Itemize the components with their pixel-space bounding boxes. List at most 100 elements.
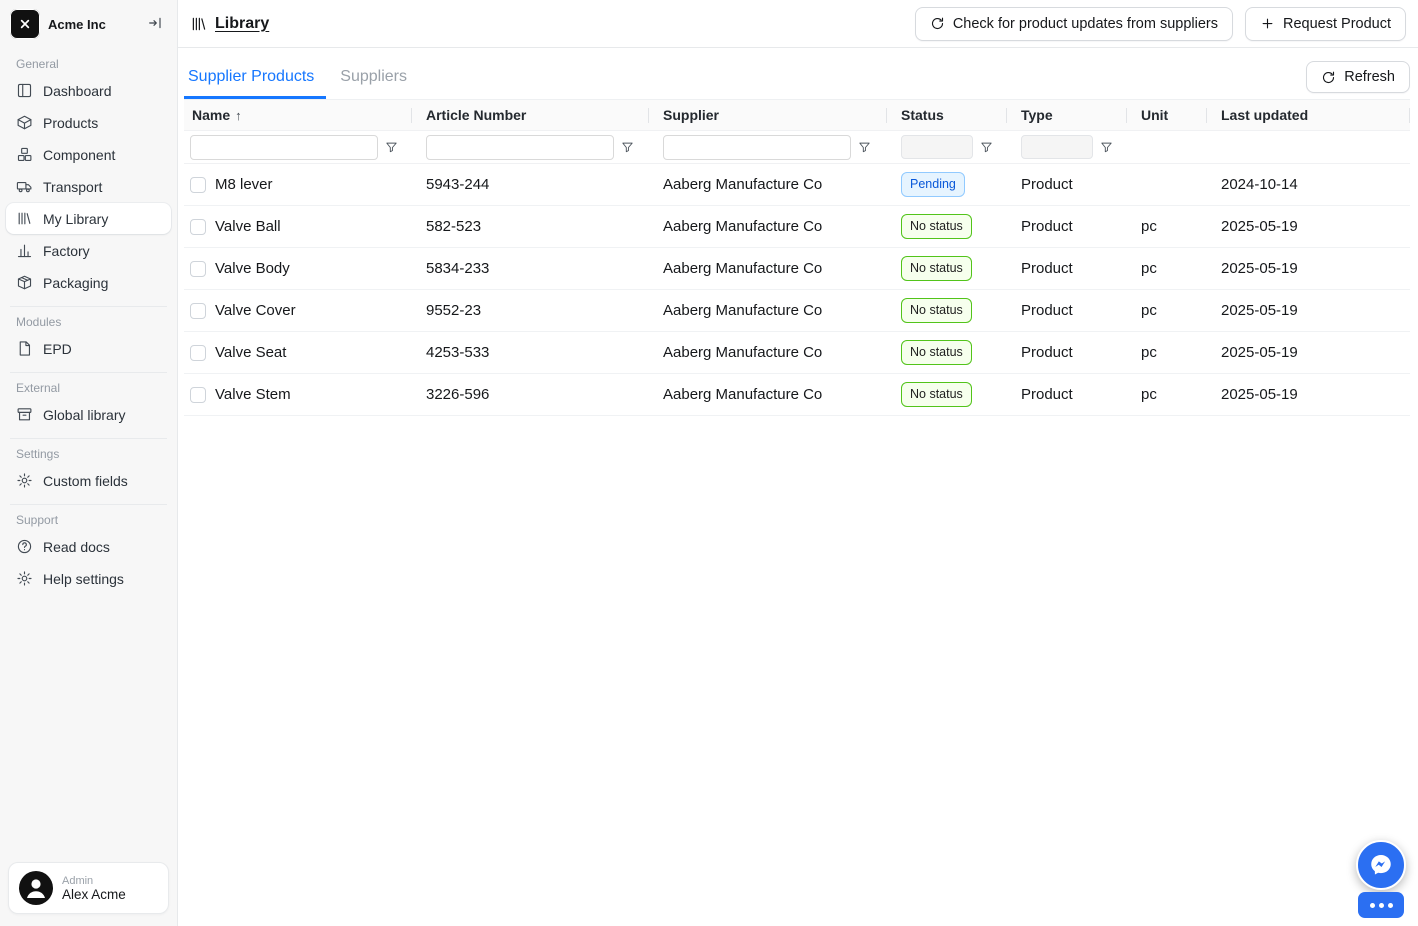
sidebar-header: Acme Inc: [0, 0, 177, 47]
column-header-label: Article Number: [426, 107, 526, 123]
column-header-unit[interactable]: Unit: [1127, 100, 1207, 130]
tab-supplier-products[interactable]: Supplier Products: [184, 60, 326, 99]
status-badge: No status: [901, 256, 972, 281]
supplier-cell: Aaberg Manufacture Co: [649, 176, 887, 193]
request-product-button[interactable]: Request Product: [1245, 7, 1406, 41]
funnel-icon[interactable]: [1099, 140, 1114, 155]
funnel-icon[interactable]: [384, 140, 399, 155]
row-checkbox[interactable]: [190, 345, 206, 361]
table-filter-row: [184, 131, 1410, 164]
row-checkbox[interactable]: [190, 219, 206, 235]
table-body: M8 lever5943-244Aaberg Manufacture CoPen…: [184, 164, 1410, 416]
product-name: M8 lever: [215, 176, 273, 193]
table-row[interactable]: Valve Ball582-523Aaberg Manufacture CoNo…: [184, 206, 1410, 248]
row-checkbox[interactable]: [190, 303, 206, 319]
refresh-button[interactable]: Refresh: [1306, 61, 1410, 93]
table-row[interactable]: Valve Body5834-233Aaberg Manufacture CoN…: [184, 248, 1410, 290]
sidebar-item-read-docs[interactable]: Read docs: [6, 531, 171, 562]
nav-section-modules: Modules EPD: [0, 306, 177, 364]
last-updated-cell: 2025-05-19: [1207, 344, 1410, 361]
supplier-cell: Aaberg Manufacture Co: [649, 260, 887, 277]
sidebar-item-label: My Library: [43, 211, 108, 227]
sidebar-item-dashboard[interactable]: Dashboard: [6, 75, 171, 106]
sidebar-item-component[interactable]: Component: [6, 139, 171, 170]
funnel-icon[interactable]: [857, 140, 872, 155]
page-title-link[interactable]: Library: [190, 15, 269, 33]
user-card[interactable]: Admin Alex Acme: [8, 862, 169, 914]
sidebar-item-custom-fields[interactable]: Custom fields: [6, 465, 171, 496]
funnel-icon[interactable]: [620, 140, 635, 155]
avatar: [19, 871, 53, 905]
row-checkbox[interactable]: [190, 261, 206, 277]
article-number-cell: 582-523: [412, 218, 649, 235]
column-header-type[interactable]: Type: [1007, 100, 1127, 130]
sidebar-item-factory[interactable]: Factory: [6, 235, 171, 266]
filter-input-article-number[interactable]: [426, 135, 614, 160]
filter-input-supplier[interactable]: [663, 135, 851, 160]
table-row[interactable]: Valve Stem3226-596Aaberg Manufacture CoN…: [184, 374, 1410, 416]
row-checkbox[interactable]: [190, 387, 206, 403]
sidebar-item-packaging[interactable]: Packaging: [6, 267, 171, 298]
check-updates-button[interactable]: Check for product updates from suppliers: [915, 7, 1233, 41]
component-icon: [16, 146, 33, 163]
filter-select-status[interactable]: [901, 135, 973, 159]
table-row[interactable]: M8 lever5943-244Aaberg Manufacture CoPen…: [184, 164, 1410, 206]
sidebar-item-label: Help settings: [43, 571, 124, 587]
table-row[interactable]: Valve Cover9552-23Aaberg Manufacture CoN…: [184, 290, 1410, 332]
sidebar-item-label: Component: [43, 147, 115, 163]
sidebar-item-global-library[interactable]: Global library: [6, 399, 171, 430]
column-header-label: Unit: [1141, 107, 1168, 123]
column-header-label: Type: [1021, 107, 1053, 123]
last-updated-cell: 2024-10-14: [1207, 176, 1410, 193]
product-name: Valve Body: [215, 260, 290, 277]
sidebar-item-label: Custom fields: [43, 473, 128, 489]
sidebar-item-label: Factory: [43, 243, 90, 259]
nav-section-general: GeneralDashboardProductsComponentTranspo…: [0, 57, 177, 298]
section-label-settings: Settings: [16, 447, 177, 461]
sidebar-item-products[interactable]: Products: [6, 107, 171, 138]
topbar-actions: Check for product updates from suppliers…: [915, 7, 1406, 41]
row-checkbox[interactable]: [190, 177, 206, 193]
status-cell: No status: [887, 340, 1007, 365]
tab-suppliers[interactable]: Suppliers: [336, 60, 419, 99]
sidebar-item-label: Dashboard: [43, 83, 112, 99]
status-badge: No status: [901, 298, 972, 323]
unit-cell: pc: [1127, 344, 1207, 361]
last-updated-cell: 2025-05-19: [1207, 218, 1410, 235]
sidebar-item-transport[interactable]: Transport: [6, 171, 171, 202]
funnel-icon[interactable]: [979, 140, 994, 155]
article-number-cell: 4253-533: [412, 344, 649, 361]
status-badge: No status: [901, 382, 972, 407]
column-header-last-updated[interactable]: Last updated: [1207, 100, 1410, 130]
messenger-chat-icon[interactable]: [1356, 840, 1406, 890]
section-label-modules: Modules: [16, 315, 177, 329]
name-cell: M8 lever: [184, 176, 412, 193]
status-cell: No status: [887, 382, 1007, 407]
unit-cell: pc: [1127, 218, 1207, 235]
filter-input-name[interactable]: [190, 135, 378, 160]
gear-icon: [16, 472, 33, 489]
company-name: Acme Inc: [48, 17, 137, 32]
last-updated-cell: 2025-05-19: [1207, 302, 1410, 319]
filter-cell-article-number: [412, 135, 649, 160]
sidebar-item-help-settings[interactable]: Help settings: [6, 563, 171, 594]
last-updated-cell: 2025-05-19: [1207, 260, 1410, 277]
type-cell: Product: [1007, 260, 1127, 277]
filter-cell-type: [1007, 135, 1127, 159]
column-header-status[interactable]: Status: [887, 100, 1007, 130]
collapse-sidebar-icon[interactable]: [145, 13, 165, 36]
dots-icon[interactable]: [1358, 892, 1404, 918]
column-header-label: Last updated: [1221, 107, 1308, 123]
supplier-products-table: Name↑ Article Number SupplierStatus Type Uni…: [184, 99, 1410, 416]
sidebar-item-epd[interactable]: EPD: [6, 333, 171, 364]
unit-cell: pc: [1127, 386, 1207, 403]
check-updates-label: Check for product updates from suppliers: [953, 16, 1218, 32]
supplier-cell: Aaberg Manufacture Co: [649, 218, 887, 235]
table-row[interactable]: Valve Seat4253-533Aaberg Manufacture CoN…: [184, 332, 1410, 374]
status-cell: No status: [887, 256, 1007, 281]
sidebar-item-my-library[interactable]: My Library: [6, 203, 171, 234]
column-header-article-number[interactable]: Article Number: [412, 100, 649, 130]
column-header-supplier[interactable]: Supplier: [649, 100, 887, 130]
column-header-name[interactable]: Name↑: [184, 100, 412, 130]
filter-select-type[interactable]: [1021, 135, 1093, 159]
